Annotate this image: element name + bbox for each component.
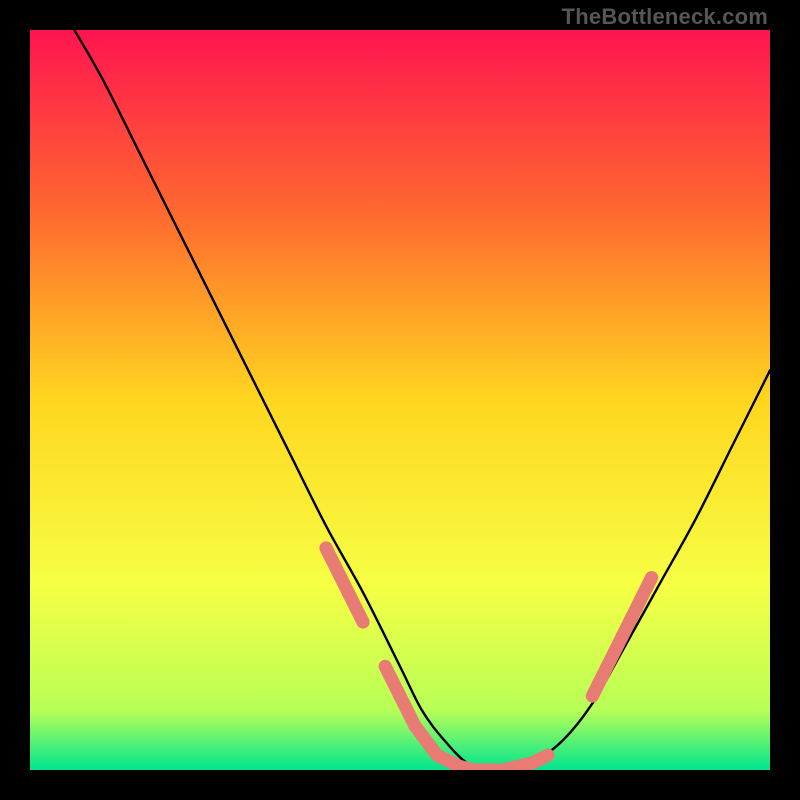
marker-dot [357, 616, 369, 628]
plot-area [30, 30, 770, 770]
marker-dot [542, 749, 554, 761]
marker-dot [646, 572, 658, 584]
chart-svg [30, 30, 770, 770]
chart-frame: TheBottleneck.com [0, 0, 800, 800]
gradient-background [30, 30, 770, 770]
watermark-text: TheBottleneck.com [562, 4, 768, 30]
